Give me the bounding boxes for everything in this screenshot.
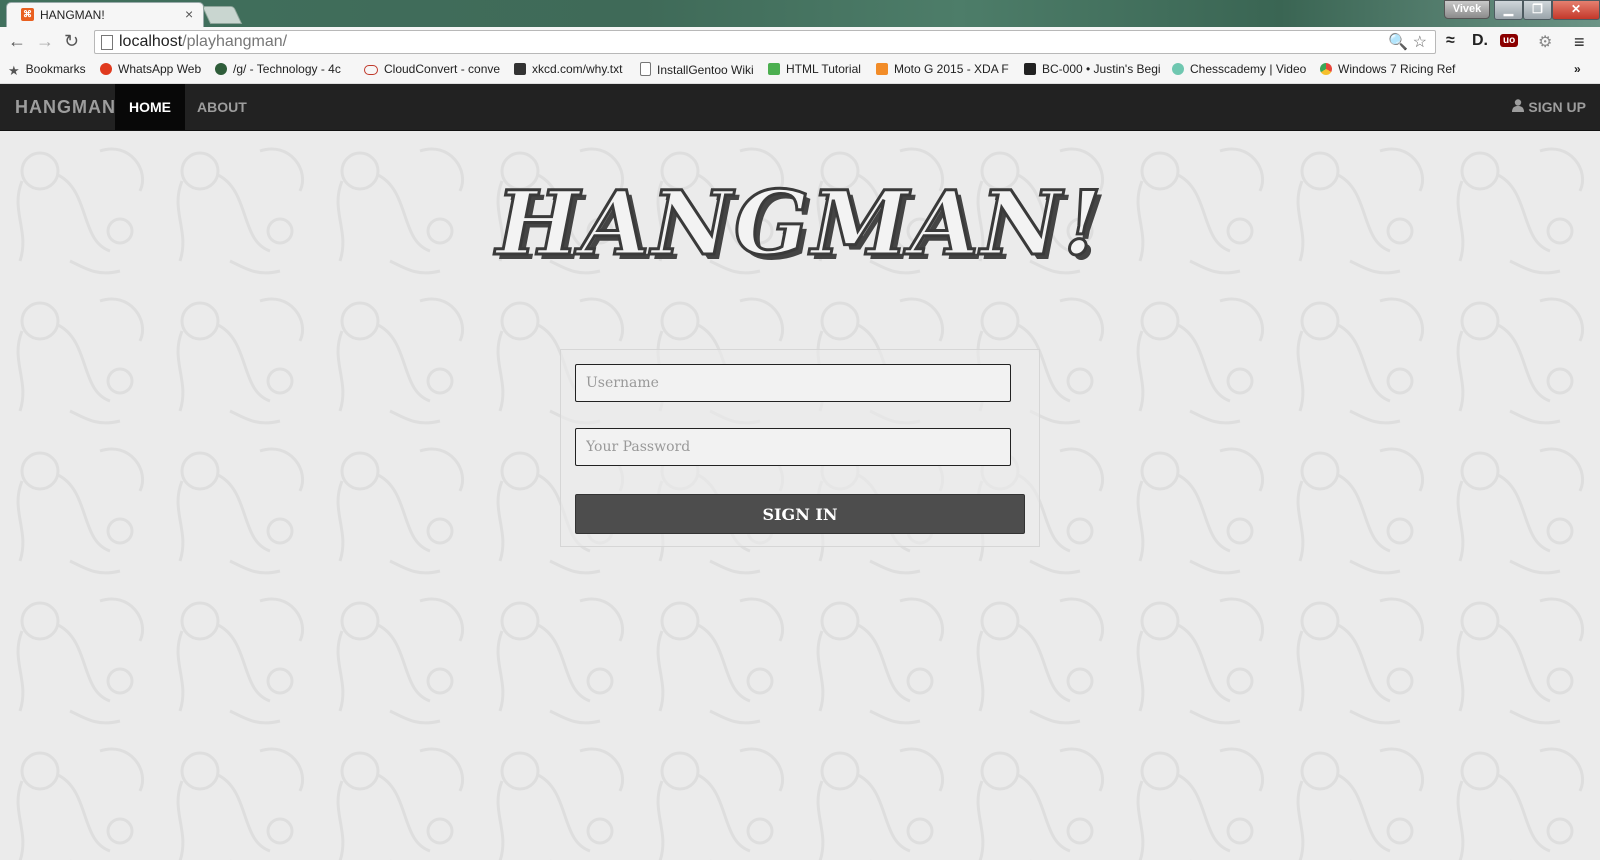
bookmarks-bar: ★ Bookmarks WhatsApp Web /g/ - Technology… — [0, 57, 1600, 84]
w3-icon — [768, 63, 780, 75]
bookmark-4chan-g[interactable]: /g/ - Technology - 4c — [215, 62, 341, 76]
back-arrow-icon[interactable]: ← — [8, 31, 26, 52]
tab-close-icon[interactable]: × — [185, 6, 193, 22]
login-form: SIGN IN — [560, 349, 1040, 547]
password-field[interactable] — [575, 428, 1011, 466]
bookmark-windows7-ricing[interactable]: Windows 7 Ricing Ref — [1320, 62, 1455, 76]
zoom-bookmark-star-icon[interactable]: 🔍 ☆ — [1388, 32, 1427, 52]
close-window-button[interactable]: ✕ — [1552, 0, 1600, 20]
profile-badge[interactable]: Vivek — [1444, 0, 1490, 19]
bookmark-xda[interactable]: Moto G 2015 - XDA F — [876, 62, 1009, 76]
hangman-logo: HANGMAN! — [495, 170, 1104, 277]
chrome-menu-icon[interactable]: ≡ — [1574, 32, 1585, 53]
bookmark-bookmarks[interactable]: ★ Bookmarks — [8, 62, 86, 78]
extension-waves-icon[interactable]: ≈ — [1446, 32, 1455, 50]
window-titlebar: ⌘ HANGMAN! × Vivek ▁ ❐ ✕ — [0, 0, 1600, 28]
address-bar[interactable]: localhost/playhangman/ 🔍 ☆ — [94, 30, 1436, 54]
bookmark-bc000[interactable]: BC-000 • Justin's Begi — [1024, 62, 1161, 76]
bc-icon — [1024, 63, 1036, 75]
clover-icon — [215, 63, 227, 75]
bookmark-chesscademy[interactable]: Chesscademy | Video — [1172, 62, 1306, 76]
maximize-button[interactable]: ❐ — [1523, 0, 1552, 20]
url-text[interactable]: localhost/playhangman/ — [119, 33, 287, 51]
browser-tab-active[interactable]: ⌘ HANGMAN! × — [6, 2, 204, 28]
sign-in-button[interactable]: SIGN IN — [575, 494, 1025, 534]
chess-icon — [1172, 63, 1184, 75]
nav-about[interactable]: ABOUT — [183, 84, 261, 130]
navbar-brand[interactable]: HANGMAN — [15, 97, 116, 118]
minimize-button[interactable]: ▁ — [1494, 0, 1523, 20]
xkcd-icon — [514, 63, 526, 75]
signup-link[interactable]: SIGN UP — [1512, 84, 1586, 130]
bookmark-whatsapp[interactable]: WhatsApp Web — [100, 62, 201, 76]
alert-icon — [100, 63, 112, 75]
ublock-icon[interactable]: uo — [1500, 34, 1519, 47]
new-tab-button[interactable] — [201, 6, 243, 24]
bookmarks-overflow-chevron-icon[interactable]: » — [1574, 62, 1581, 76]
bookmark-cloudconvert[interactable]: CloudConvert - conve — [364, 62, 500, 76]
bookmark-html-tutorial[interactable]: HTML Tutorial — [768, 62, 861, 76]
hangman-favicon-icon: ⌘ — [21, 8, 34, 21]
page-icon — [640, 62, 651, 76]
site-navbar: HANGMAN HOME ABOUT SIGN UP — [0, 84, 1600, 131]
tab-title: HANGMAN! — [40, 8, 105, 22]
nav-home[interactable]: HOME — [115, 84, 185, 130]
star-icon: ★ — [8, 63, 20, 78]
user-icon — [1512, 84, 1525, 130]
window-controls: ▁ ❐ ✕ — [1494, 0, 1600, 20]
xda-icon — [876, 63, 888, 75]
cloud-icon — [364, 65, 378, 75]
bookmark-installgentoo[interactable]: InstallGentoo Wiki — [640, 62, 754, 77]
signup-label: SIGN UP — [1528, 99, 1586, 115]
forward-arrow-icon[interactable]: → — [36, 31, 54, 52]
bookmark-xkcd[interactable]: xkcd.com/why.txt — [514, 62, 622, 76]
extension-d-icon[interactable]: D. — [1472, 32, 1488, 50]
chrome-icon — [1320, 63, 1332, 75]
reload-icon[interactable]: ↻ — [64, 31, 79, 52]
page-content: HANGMAN! SIGN IN — [0, 131, 1600, 860]
username-field[interactable] — [575, 364, 1011, 402]
extension-gear-icon[interactable]: ⚙ — [1538, 32, 1552, 52]
browser-toolbar: ← → ↻ localhost/playhangman/ 🔍 ☆ — [0, 27, 1600, 57]
page-icon — [101, 35, 113, 50]
